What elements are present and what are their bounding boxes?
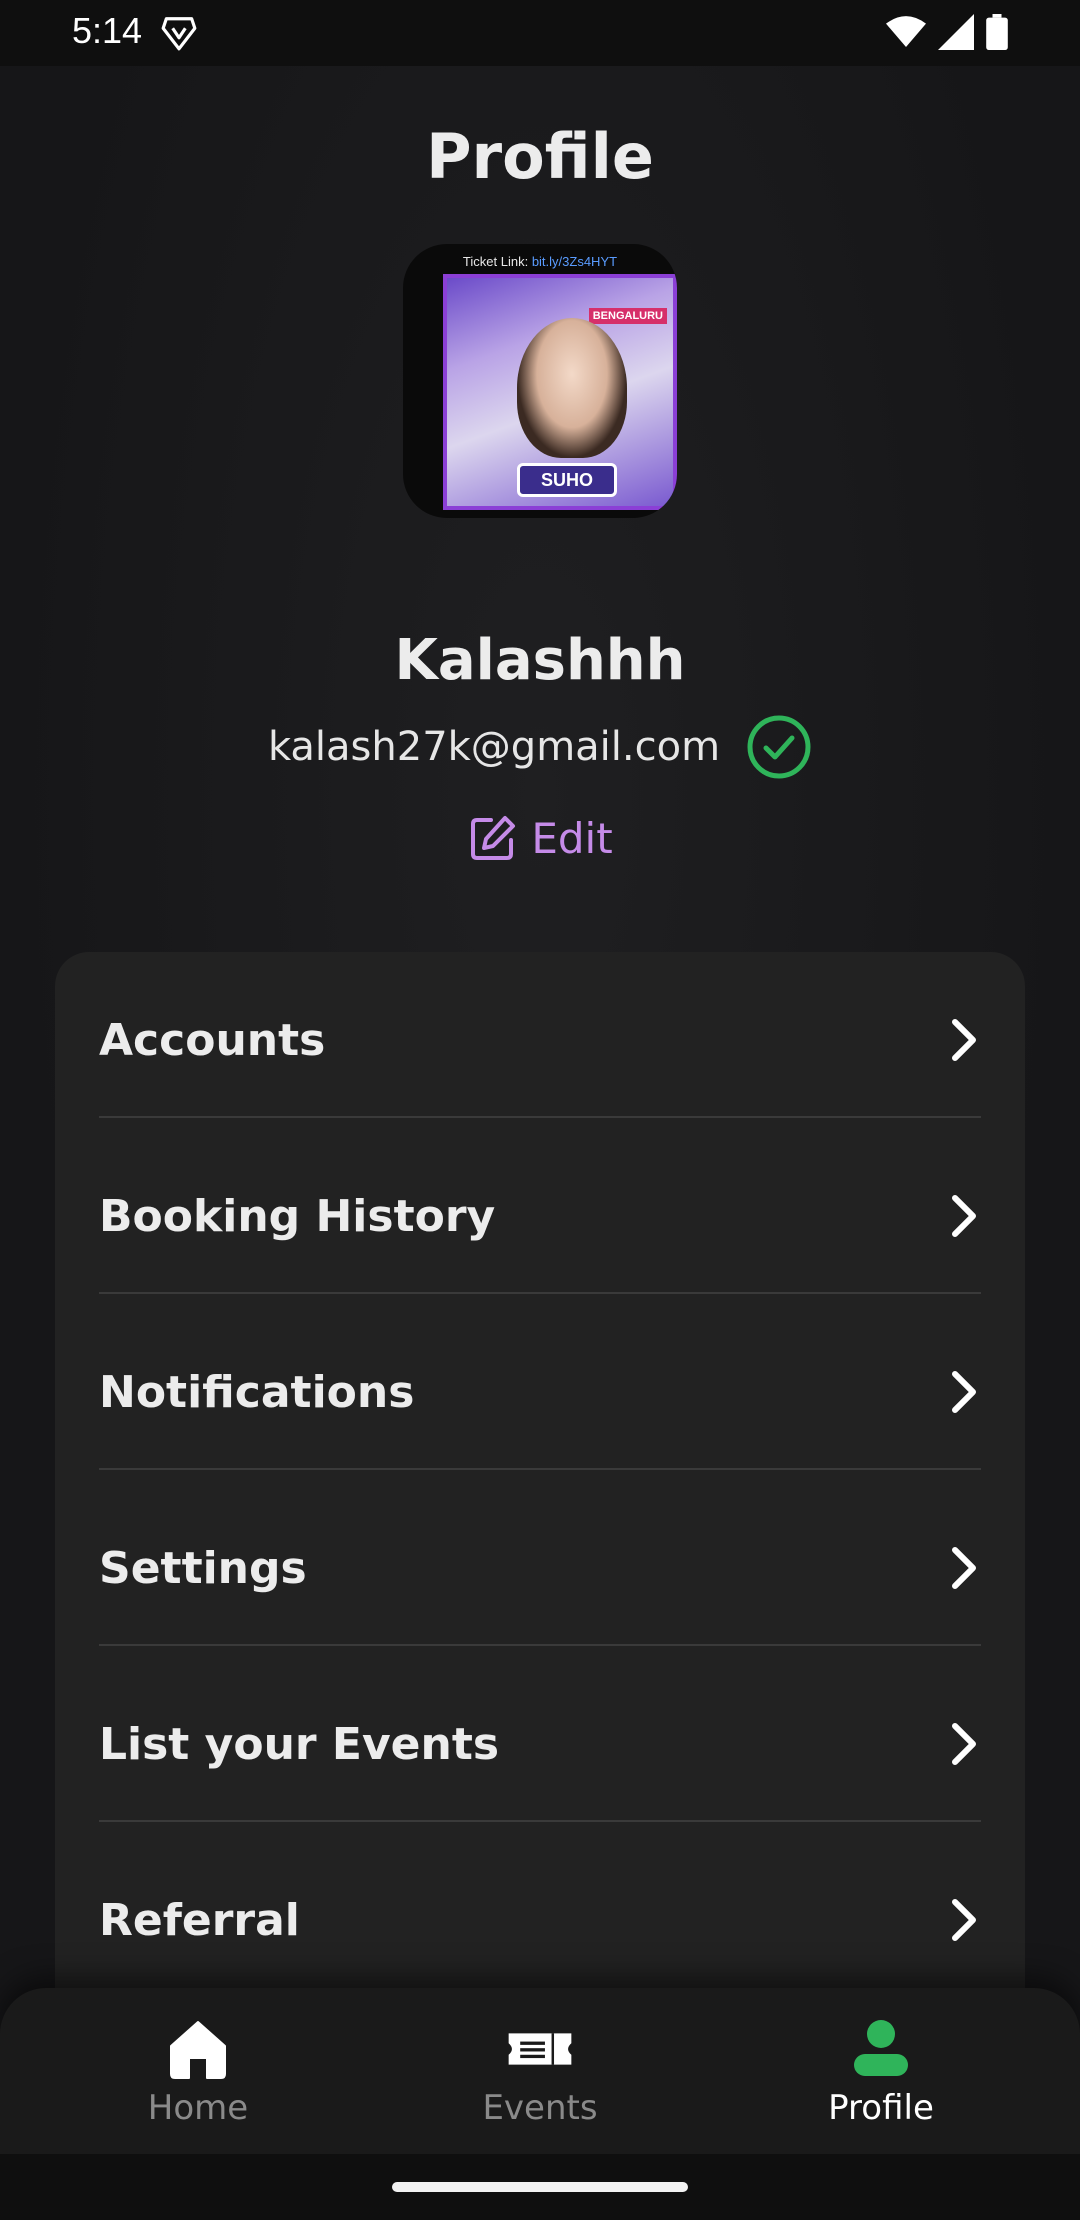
menu-item-accounts[interactable]: Accounts — [99, 952, 981, 1128]
menu-divider — [99, 1644, 981, 1646]
ticket-link: bit.ly/3Zs4HYT — [531, 254, 618, 269]
email-row: kalash27k@gmail.com — [0, 714, 1080, 780]
battery-icon — [986, 14, 1008, 50]
edit-profile-button[interactable]: Edit — [0, 812, 1080, 864]
user-email: kalash27k@gmail.com — [267, 724, 721, 770]
nav-label: Events — [482, 2088, 598, 2128]
menu-divider — [99, 1116, 981, 1118]
menu-divider — [99, 1820, 981, 1822]
menu-item-booking-history[interactable]: Booking History — [99, 1128, 981, 1304]
wifi-icon — [886, 16, 926, 47]
status-icons — [886, 14, 1008, 50]
edit-label: Edit — [531, 813, 613, 863]
signal-icon — [938, 14, 974, 50]
edit-icon — [471, 816, 516, 860]
status-time: 5:14 — [72, 10, 143, 51]
check-circle-icon — [747, 715, 811, 779]
menu-divider — [99, 1468, 981, 1470]
chevron-right-icon — [952, 1723, 976, 1765]
poster-portrait — [517, 318, 627, 458]
nav-item-profile[interactable]: Profile — [771, 2018, 991, 2138]
chevron-right-icon — [952, 1371, 976, 1413]
menu-item-settings[interactable]: Settings — [99, 1480, 981, 1656]
status-bar: 5:14 — [0, 0, 1080, 66]
poster-tag: SUHO — [517, 463, 617, 497]
nav-label: Home — [147, 2088, 249, 2128]
menu-item-list-your-events[interactable]: List your Events — [99, 1656, 981, 1832]
bottom-navigation: Home Events Profile — [0, 1988, 1080, 2154]
menu-item-label: Accounts — [99, 1014, 326, 1066]
poster-city: BENGALURU — [588, 308, 667, 324]
menu-item-label: Settings — [99, 1542, 307, 1594]
nav-item-events[interactable]: Events — [430, 2018, 650, 2138]
system-gesture-area — [0, 2154, 1080, 2220]
menu-item-label: Referral — [99, 1894, 300, 1946]
chevron-right-icon — [952, 1195, 976, 1237]
chevron-right-icon — [952, 1899, 976, 1941]
user-name: Kalashhh — [394, 628, 686, 693]
menu-item-label: List your Events — [99, 1718, 500, 1770]
ticket-icon — [508, 2033, 572, 2065]
nav-label: Profile — [828, 2088, 934, 2128]
menu-item-label: Notifications — [99, 1366, 415, 1418]
avatar-ticket-text: Ticket Link: bit.ly/3Zs4HYT — [403, 254, 677, 269]
avatar[interactable]: Ticket Link: bit.ly/3Zs4HYT BENGALURU SU… — [403, 244, 677, 518]
avatar-poster-image: BENGALURU SUHO — [443, 274, 677, 510]
page-title: Profile — [426, 120, 654, 193]
nav-item-home[interactable]: Home — [88, 2018, 308, 2138]
user-icon — [854, 2020, 908, 2076]
chevron-right-icon — [952, 1019, 976, 1061]
menu-item-referral[interactable]: Referral — [99, 1832, 981, 2008]
ticket-label: Ticket Link: — [462, 254, 529, 269]
home-icon — [170, 2021, 226, 2079]
chevron-right-icon — [952, 1547, 976, 1589]
gesture-handle[interactable] — [392, 2182, 688, 2192]
menu-item-notifications[interactable]: Notifications — [99, 1304, 981, 1480]
brave-icon — [161, 17, 197, 51]
menu-divider — [99, 1292, 981, 1294]
menu-item-label: Booking History — [99, 1190, 496, 1242]
